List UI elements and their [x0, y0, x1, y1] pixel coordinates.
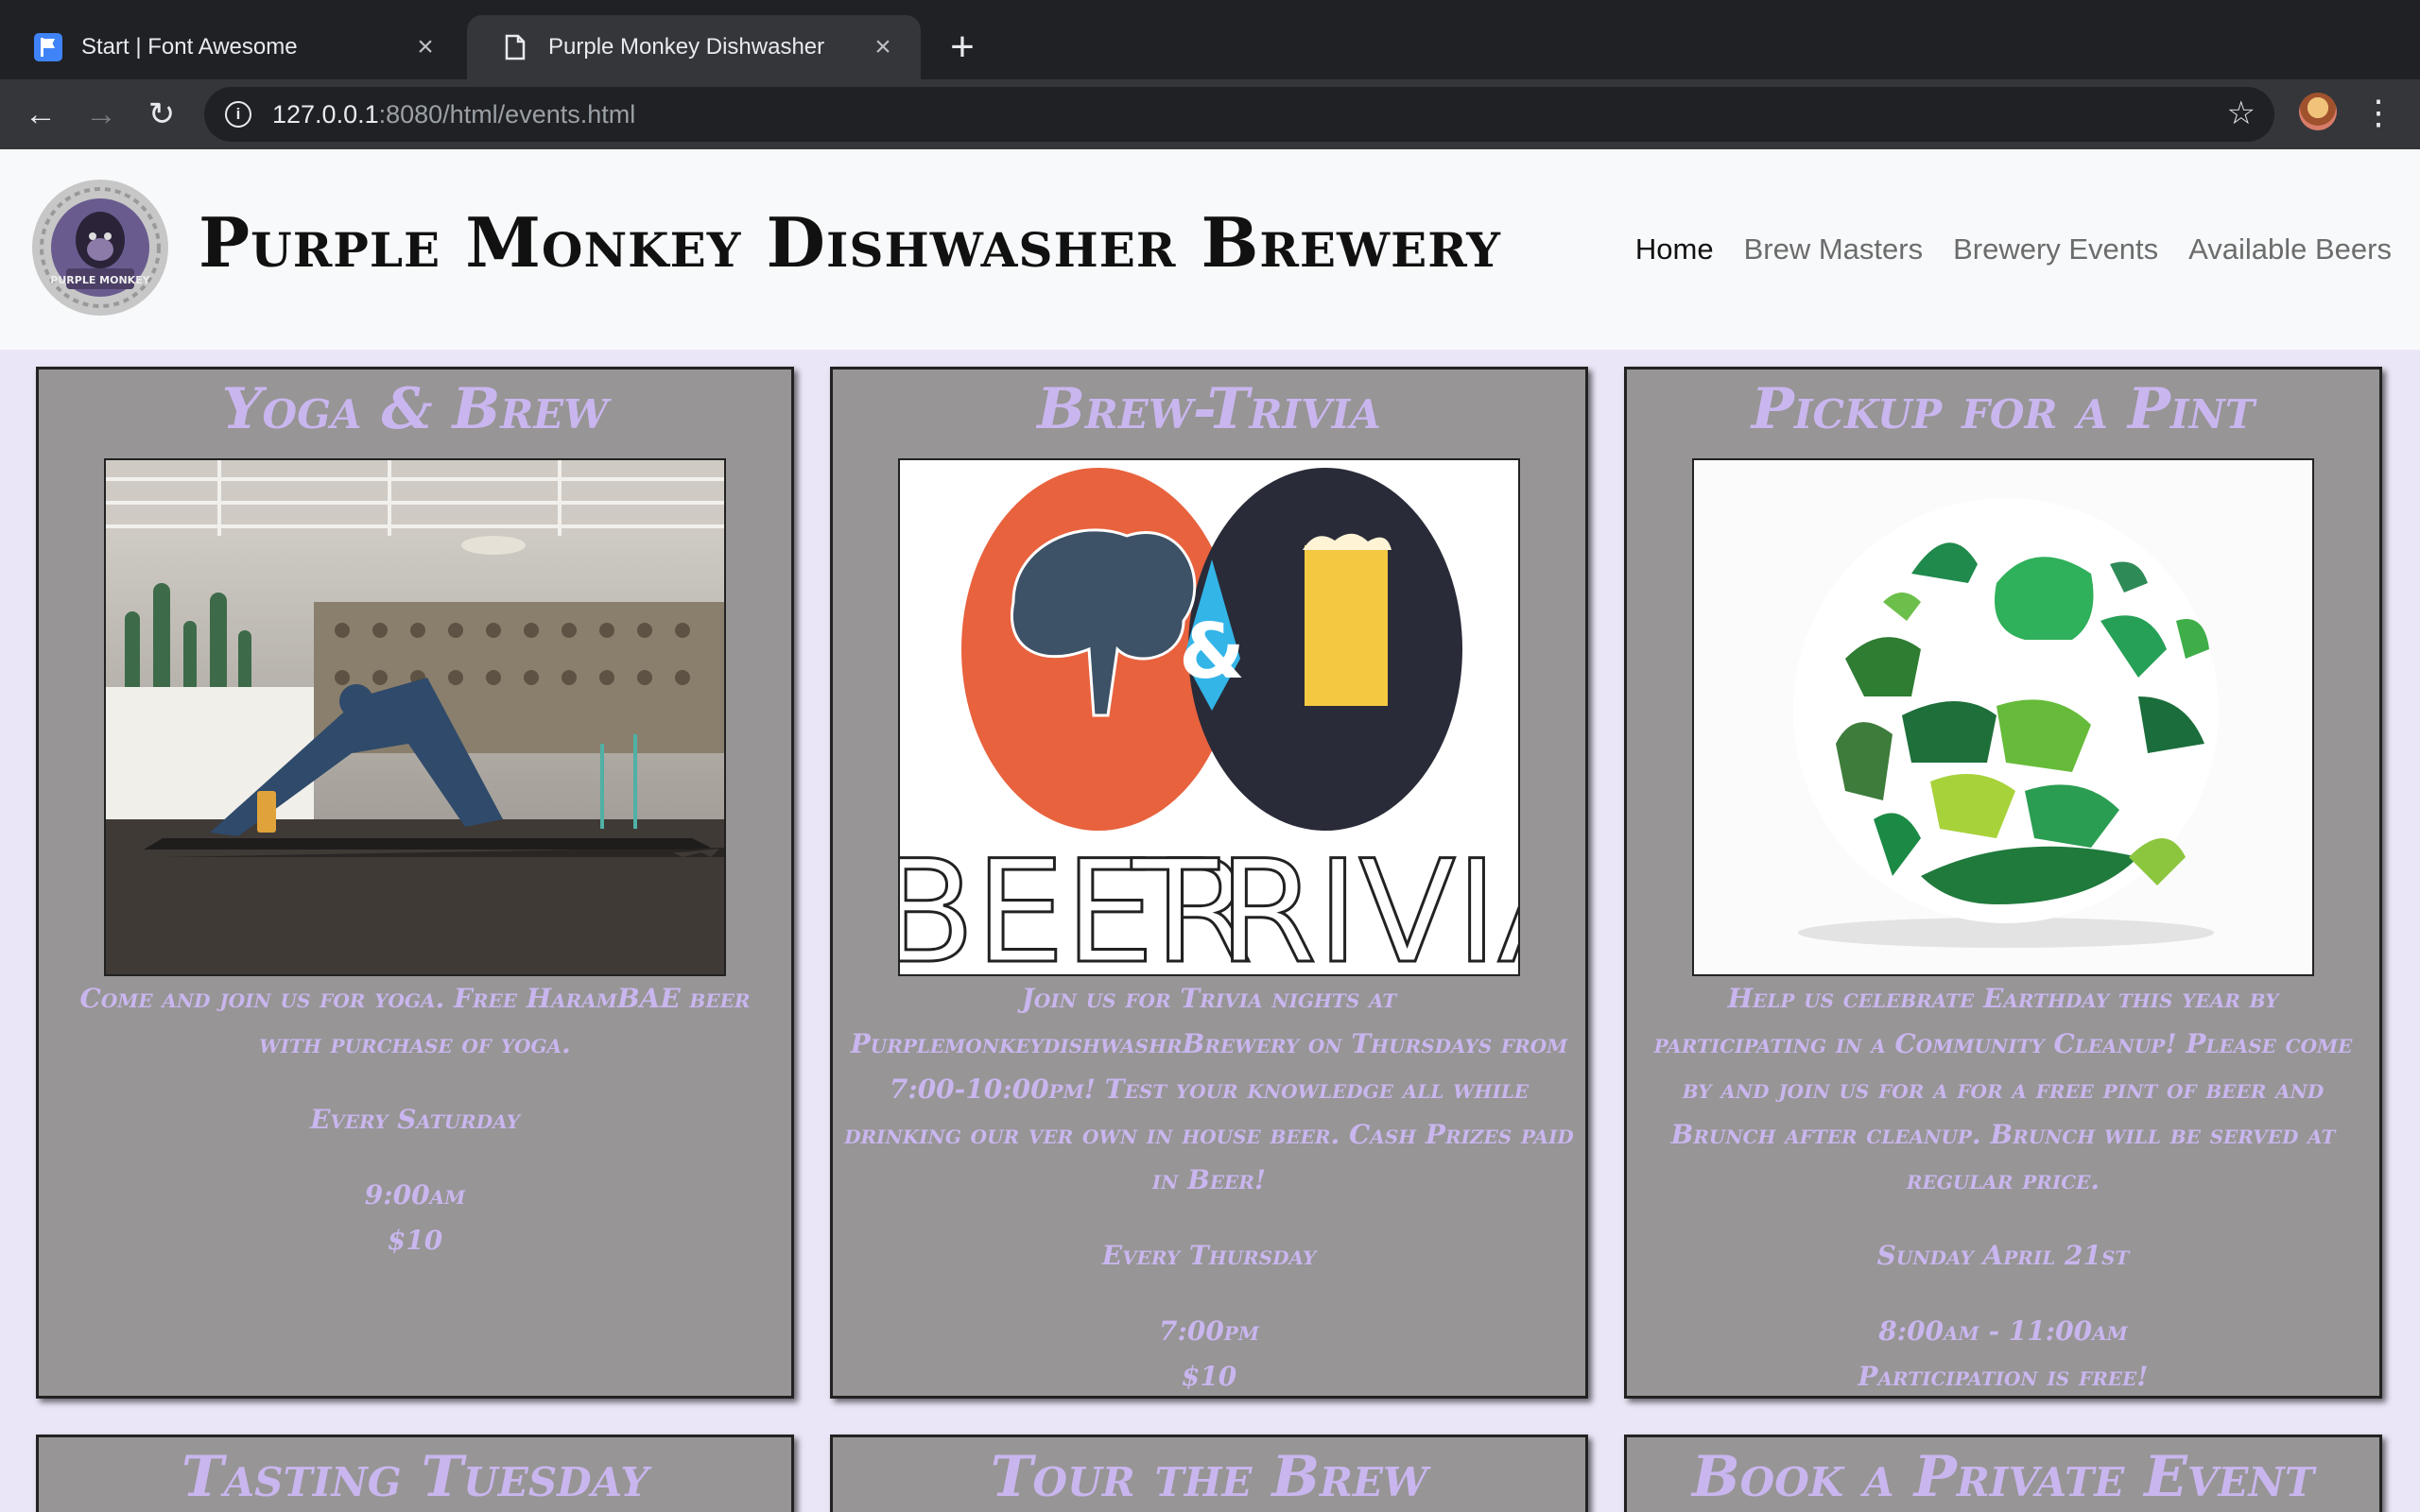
event-card-pickup: Pickup for a Pint Help us celebrate Eart… [1624, 367, 2382, 1399]
back-arrow-icon[interactable]: ← [19, 93, 62, 136]
profile-avatar[interactable] [2299, 93, 2337, 130]
ampersand-label: & [1179, 608, 1245, 696]
event-card-trivia: Brew-Trivia & BEER TRIVIA Join us for Tr… [830, 367, 1588, 1399]
event-title: Brew-Trivia [1037, 376, 1381, 442]
close-tab-icon[interactable]: × [410, 31, 441, 62]
font-awesome-flag-icon [34, 33, 62, 61]
event-time: 7:00pm [1159, 1315, 1259, 1347]
tab-title: Purple Monkey Dishwasher [548, 34, 825, 60]
browser-menu-icon[interactable]: ⋮ [2361, 91, 2395, 134]
logo-text: PURPLE MONKEY [50, 274, 150, 286]
event-card-private: Book a Private Event [1624, 1435, 2382, 1512]
new-tab-button[interactable]: + [940, 25, 985, 70]
browser-tab-font-awesome[interactable]: Start | Font Awesome × [0, 15, 463, 79]
address-bar[interactable]: i 127.0.0.1:8080/html/events.html ☆ [204, 87, 2274, 142]
page-icon [501, 33, 529, 61]
event-description: Join us for Trivia nights at Purplemonke… [844, 983, 1574, 1195]
event-details: Help us celebrate Earthday this year by … [1627, 976, 2379, 1396]
event-title: Book a Private Event [1691, 1444, 2315, 1510]
browser-toolbar: ← → ↻ i 127.0.0.1:8080/html/events.html … [0, 79, 2420, 149]
tab-title: Start | Font Awesome [81, 34, 298, 60]
event-title: Tasting Tuesday [181, 1444, 649, 1510]
nav-available-beers[interactable]: Available Beers [2188, 232, 2392, 266]
event-description: Come and join us for yoga. Free HaramBAE… [79, 983, 751, 1059]
event-title: Tour the Brew [990, 1444, 1428, 1510]
trivia-word: TRIVIA [1131, 831, 1520, 976]
event-details: Join us for Trivia nights at Purplemonke… [833, 976, 1585, 1396]
main-nav: Home Brew Masters Brewery Events Availab… [1605, 232, 2392, 266]
beer-trivia-graphic: & BEER TRIVIA [898, 458, 1520, 976]
event-time: 8:00am - 11:00am [1878, 1315, 2128, 1347]
url-host: 127.0.0.1 [272, 99, 379, 129]
browser-tab-strip: Start | Font Awesome × Purple Monkey Dis… [0, 0, 2420, 79]
event-title: Pickup for a Pint [1751, 376, 2256, 442]
nav-brewery-events[interactable]: Brewery Events [1953, 232, 2158, 266]
reload-icon[interactable]: ↻ [140, 93, 183, 136]
event-card-tour: Tour the Brew [830, 1435, 1588, 1512]
event-time: 9:00am [364, 1179, 466, 1211]
event-schedule: Every Thursday [1101, 1240, 1317, 1271]
site-info-icon[interactable]: i [225, 101, 251, 128]
event-card-yoga: Yoga & Brew Come and join us for yoga. F… [36, 367, 794, 1399]
event-schedule: Sunday April 21st [1876, 1240, 2130, 1271]
event-description: Help us celebrate Earthday this year by … [1653, 983, 2353, 1195]
site-header: PURPLE MONKEY Purple Monkey Dishwasher B… [0, 149, 2420, 350]
url-path: :8080/html/events.html [378, 99, 636, 129]
event-details: Come and join us for yoga. Free HaramBAE… [39, 976, 791, 1263]
earth-animals-graphic [1692, 458, 2314, 976]
close-tab-icon[interactable]: × [868, 31, 898, 62]
forward-arrow-icon[interactable]: → [79, 93, 123, 136]
nav-home[interactable]: Home [1635, 232, 1714, 266]
brand-title[interactable]: Purple Monkey Dishwasher Brewery [199, 202, 1501, 283]
event-price: $10 [1181, 1361, 1237, 1392]
nav-brew-masters[interactable]: Brew Masters [1744, 232, 1923, 266]
bookmark-star-icon[interactable]: ☆ [2227, 94, 2256, 132]
browser-tab-purple-monkey[interactable]: Purple Monkey Dishwasher × [467, 15, 921, 79]
event-schedule: Every Saturday [310, 1104, 520, 1135]
event-price: $10 [387, 1225, 443, 1256]
event-title: Yoga & Brew [221, 376, 609, 442]
brewery-logo[interactable]: PURPLE MONKEY [30, 178, 170, 318]
yoga-photo [104, 458, 726, 976]
event-card-tasting: Tasting Tuesday [36, 1435, 794, 1512]
event-price: Participation is free! [1858, 1361, 2149, 1392]
